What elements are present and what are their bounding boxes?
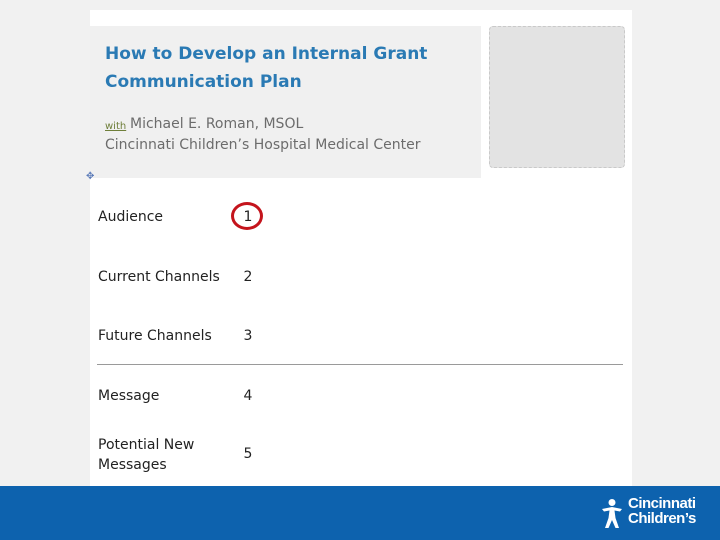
with-label: with [105,121,127,132]
row-label-message: Message [98,388,160,404]
logo-line-1: Cincinnati [628,495,696,512]
row-label-potential-new-messages: Potential New Messages [98,435,194,475]
logo-text: Cincinnati Children’s [628,496,696,526]
section-divider [97,364,623,365]
table-move-handle-icon[interactable]: ✥ [86,171,96,183]
affiliation: Cincinnati Children’s Hospital Medical C… [105,137,421,153]
row-number-3: 3 [243,328,253,344]
title-line-1: How to Develop an Internal Grant [105,44,428,64]
title-line-2: Communication Plan [105,72,302,92]
row-number-5: 5 [243,446,253,462]
row-label-line-1: Potential New [98,437,195,453]
row-label-line-2: Messages [98,457,167,473]
row-label-future-channels: Future Channels [98,328,212,344]
row-label-audience: Audience [98,209,164,225]
logo-line-2: Children’s [628,510,696,527]
row-number-2: 2 [243,269,253,285]
document-title: How to Develop an Internal Grant Communi… [105,40,475,96]
highlight-circle [231,202,263,230]
image-placeholder [489,26,625,168]
presenter-name: Michael E. Roman, MSOL [130,116,304,132]
title-block: How to Develop an Internal Grant Communi… [90,26,481,178]
cincinnati-childrens-figure-icon [602,499,622,528]
document-page: How to Develop an Internal Grant Communi… [86,10,632,486]
cincinnati-childrens-logo: Cincinnati Children’s [598,496,710,532]
row-label-current-channels: Current Channels [98,269,220,285]
row-number-4: 4 [243,388,253,404]
